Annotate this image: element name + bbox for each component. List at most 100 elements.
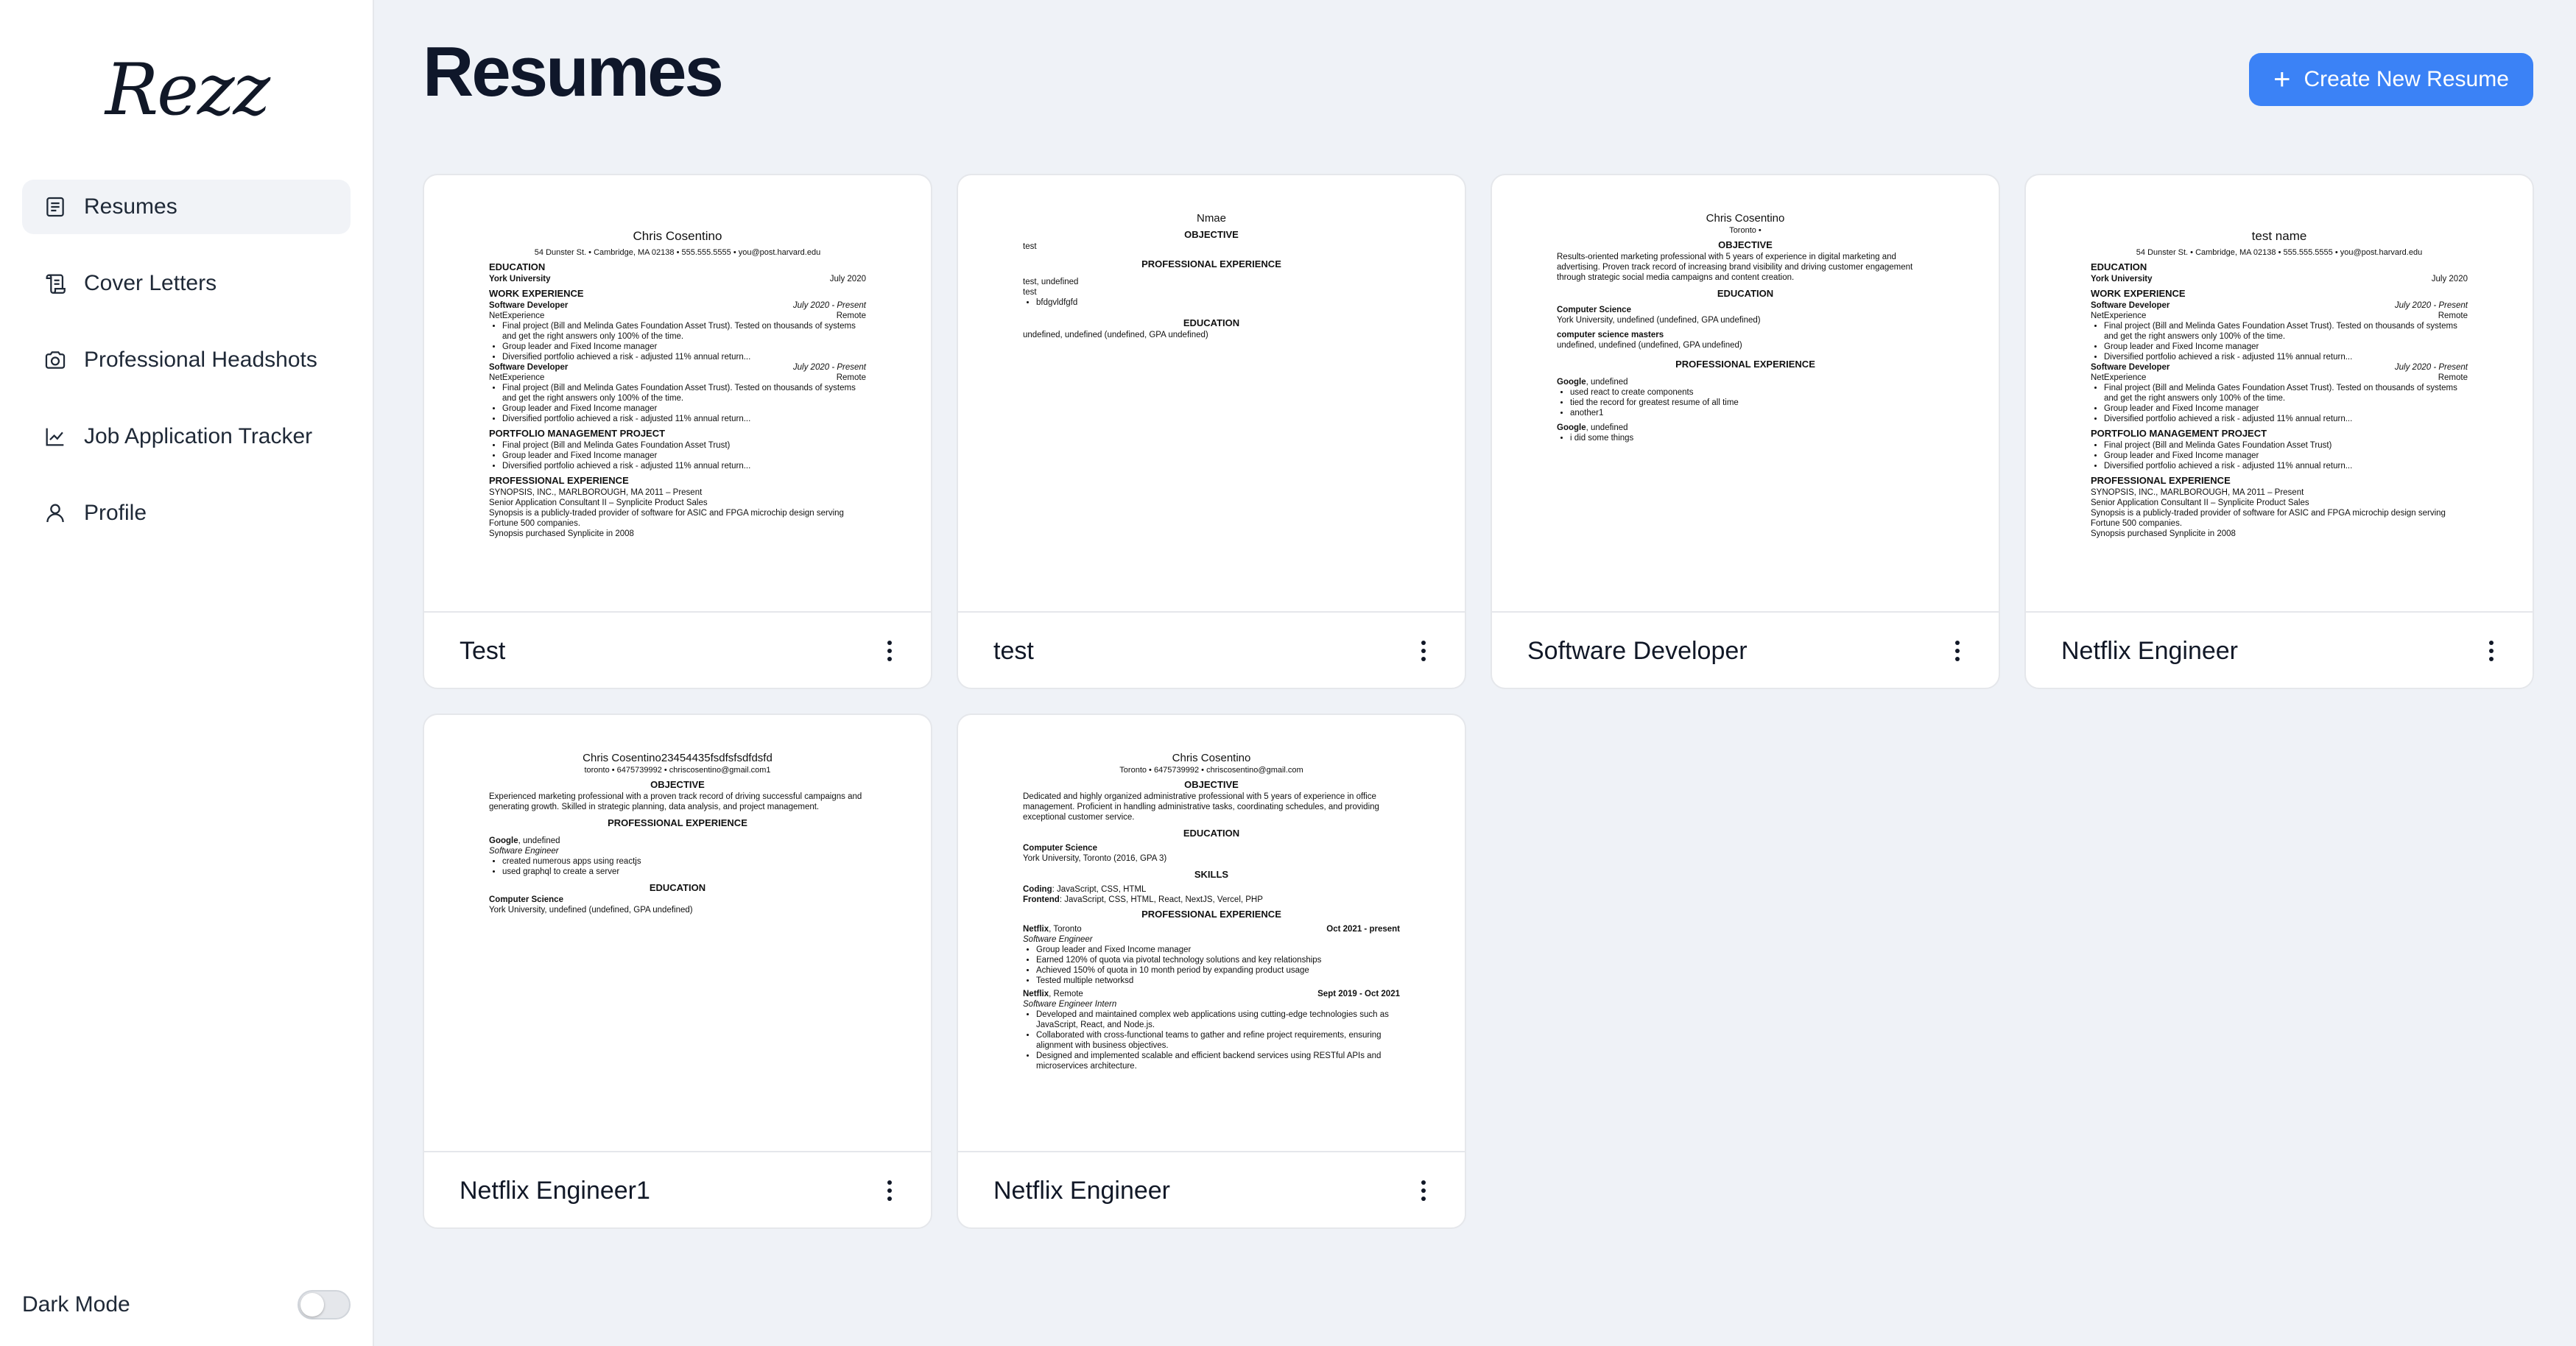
sidebar-item-label: Professional Headshots — [84, 348, 317, 372]
preview-section-heading: PROFESSIONAL EXPERIENCE — [1141, 909, 1281, 920]
preview-bullet: Diversified portfolio achieved a risk - … — [502, 461, 866, 471]
preview-text: Computer Science — [1557, 306, 1631, 314]
preview-contact: toronto • 6475739992 • chriscosentino@gm… — [584, 766, 771, 775]
resume-name[interactable]: Software Developer — [1527, 637, 1748, 666]
preview-row: NetExperience Remote — [2091, 373, 2468, 383]
resume-name[interactable]: Test — [460, 637, 505, 666]
camera-icon — [45, 351, 66, 369]
preview-section-heading: PROFESSIONAL EXPERIENCE — [1675, 359, 1815, 370]
more-options-icon[interactable] — [884, 1176, 895, 1205]
sidebar-item-profile[interactable]: Profile — [22, 486, 351, 540]
card-footer: Netflix Engineer — [2026, 613, 2533, 688]
preview-text: Computer Science — [1023, 844, 1097, 853]
preview-text: July 2020 - Present — [792, 363, 866, 372]
resume-preview[interactable]: Chris Cosentino 54 Dunster St. • Cambrid… — [424, 175, 931, 613]
resume-preview[interactable]: Chris Cosentino23454435fsdfsfsdfdsfd tor… — [424, 715, 931, 1152]
more-options-icon[interactable] — [1418, 636, 1429, 666]
preview-text: Synopsis purchased Synplicite in 2008 — [2091, 529, 2236, 538]
more-options-icon[interactable] — [1418, 1176, 1429, 1205]
preview-text: York University, Toronto (2016, GPA 3) — [1023, 854, 1167, 863]
preview-bullet: Earned 120% of quota via pivotal technol… — [1036, 955, 1400, 965]
preview-section-heading: WORK EXPERIENCE — [2091, 288, 2186, 299]
dark-mode-label: Dark Mode — [22, 1292, 130, 1317]
preview-row: NetExperience Remote — [489, 373, 866, 383]
create-new-resume-button[interactable]: + Create New Resume — [2249, 53, 2533, 106]
more-options-icon[interactable] — [1952, 636, 1963, 666]
preview-text: test — [1023, 242, 1037, 251]
resume-name[interactable]: Netflix Engineer1 — [460, 1177, 650, 1205]
sidebar-item-professional-headshots[interactable]: Professional Headshots — [22, 333, 351, 387]
sidebar-item-resumes[interactable]: Resumes — [22, 180, 351, 234]
resume-preview[interactable]: test name 54 Dunster St. • Cambridge, MA… — [2026, 175, 2533, 613]
preview-text: , undefined — [518, 836, 560, 845]
dark-mode-toggle[interactable] — [298, 1290, 351, 1319]
preview-bullet: tied the record for greatest resume of a… — [1570, 398, 1934, 408]
preview-list: Final project (Bill and Melinda Gates Fo… — [2091, 383, 2468, 424]
resume-card[interactable]: Chris Cosentino 54 Dunster St. • Cambrid… — [423, 174, 932, 689]
sidebar-item-job-application-tracker[interactable]: Job Application Tracker — [22, 409, 351, 464]
preview-bullet: Group leader and Fixed Income manager — [2104, 342, 2468, 352]
preview-bullet: another1 — [1570, 408, 1934, 418]
preview-list: Group leader and Fixed Income manager Ea… — [1023, 945, 1400, 986]
preview-list: Final project (Bill and Melinda Gates Fo… — [489, 321, 866, 362]
preview-text: Synopsis is a publicly-traded provider o… — [489, 509, 844, 528]
resume-card[interactable]: Nmae OBJECTIVE test PROFESSIONAL EXPERIE… — [957, 174, 1466, 689]
preview-bullet: used graphql to create a server — [502, 867, 866, 877]
card-footer: Netflix Engineer — [958, 1152, 1465, 1227]
dark-mode-row: Dark Mode — [22, 1281, 351, 1328]
preview-bullet: Diversified portfolio achieved a risk - … — [502, 352, 866, 362]
preview-bullet: Diversified portfolio achieved a risk - … — [502, 414, 866, 424]
preview-bullet: created numerous apps using reactjs — [502, 856, 866, 867]
preview-contact: 54 Dunster St. • Cambridge, MA 02138 • 5… — [2136, 248, 2423, 257]
preview-name: Chris Cosentino — [633, 229, 722, 243]
preview-text: Computer Science — [489, 895, 563, 904]
resume-card[interactable]: Chris Cosentino Toronto • 6475739992 • c… — [957, 713, 1466, 1229]
app-logo[interactable]: Rezz — [0, 38, 374, 141]
preview-row: Software Developer July 2020 - Present — [489, 362, 866, 373]
resume-preview[interactable]: Chris Cosentino Toronto • 6475739992 • c… — [958, 715, 1465, 1152]
preview-text: Dedicated and highly organized administr… — [1023, 792, 1379, 822]
preview-text: July 2020 - Present — [2394, 363, 2468, 372]
preview-bullet: Achieved 150% of quota in 10 month perio… — [1036, 965, 1400, 976]
resume-preview[interactable]: Chris Cosentino Toronto • OBJECTIVE Resu… — [1492, 175, 1999, 613]
preview-list: i did some things — [1557, 433, 1934, 443]
sidebar-item-label: Cover Letters — [84, 271, 217, 295]
preview-list: Final project (Bill and Melinda Gates Fo… — [2091, 440, 2468, 471]
sidebar: Rezz Resumes Cover Letters Professional … — [0, 0, 374, 1346]
resume-card[interactable]: Chris Cosentino23454435fsdfsfsdfdsfd tor… — [423, 713, 932, 1229]
preview-name: Nmae — [1196, 212, 1226, 225]
preview-text: York University — [2091, 275, 2153, 283]
preview-row: Software Developer July 2020 - Present — [489, 300, 866, 311]
preview-row: Netflix, Remote Sept 2019 - Oct 2021 — [1023, 989, 1400, 999]
create-new-resume-label: Create New Resume — [2304, 67, 2509, 91]
resume-preview[interactable]: Nmae OBJECTIVE test PROFESSIONAL EXPERIE… — [958, 175, 1465, 613]
preview-text: Remote — [2438, 311, 2468, 320]
preview-contact: Toronto • 6475739992 • chriscosentino@gm… — [1119, 766, 1303, 775]
resume-name[interactable]: test — [993, 637, 1034, 666]
more-options-icon[interactable] — [884, 636, 895, 666]
resume-card[interactable]: test name 54 Dunster St. • Cambridge, MA… — [2024, 174, 2534, 689]
more-options-icon[interactable] — [2485, 636, 2497, 666]
preview-row: Coding: JavaScript, CSS, HTML — [1023, 884, 1400, 895]
preview-text: Remote — [836, 373, 866, 382]
preview-bullet: i did some things — [1570, 433, 1934, 443]
preview-section-heading: WORK EXPERIENCE — [489, 288, 584, 299]
preview-row: NetExperience Remote — [489, 311, 866, 321]
preview-list: Final project (Bill and Melinda Gates Fo… — [489, 383, 866, 424]
sidebar-item-cover-letters[interactable]: Cover Letters — [22, 256, 351, 311]
resume-grid: Chris Cosentino 54 Dunster St. • Cambrid… — [423, 174, 2534, 1229]
preview-text: , Remote — [1049, 990, 1083, 998]
resume-name[interactable]: Netflix Engineer — [993, 1177, 1170, 1205]
card-footer: Software Developer — [1492, 613, 1999, 688]
preview-text: undefined, undefined (undefined, GPA und… — [1557, 341, 1742, 350]
preview-text: Software Engineer Intern — [1023, 1000, 1117, 1009]
preview-section-heading: EDUCATION — [649, 882, 706, 893]
sidebar-nav: Resumes Cover Letters Professional Heads… — [22, 180, 351, 563]
preview-bullet: Final project (Bill and Melinda Gates Fo… — [2104, 383, 2468, 404]
preview-section-heading: PROFESSIONAL EXPERIENCE — [608, 817, 747, 828]
resume-card[interactable]: Chris Cosentino Toronto • OBJECTIVE Resu… — [1491, 174, 2000, 689]
preview-bullet: Final project (Bill and Melinda Gates Fo… — [2104, 321, 2468, 342]
resume-name[interactable]: Netflix Engineer — [2061, 637, 2238, 666]
preview-text: Synopsis purchased Synplicite in 2008 — [489, 529, 634, 538]
preview-row: Google, undefined — [1557, 377, 1934, 387]
